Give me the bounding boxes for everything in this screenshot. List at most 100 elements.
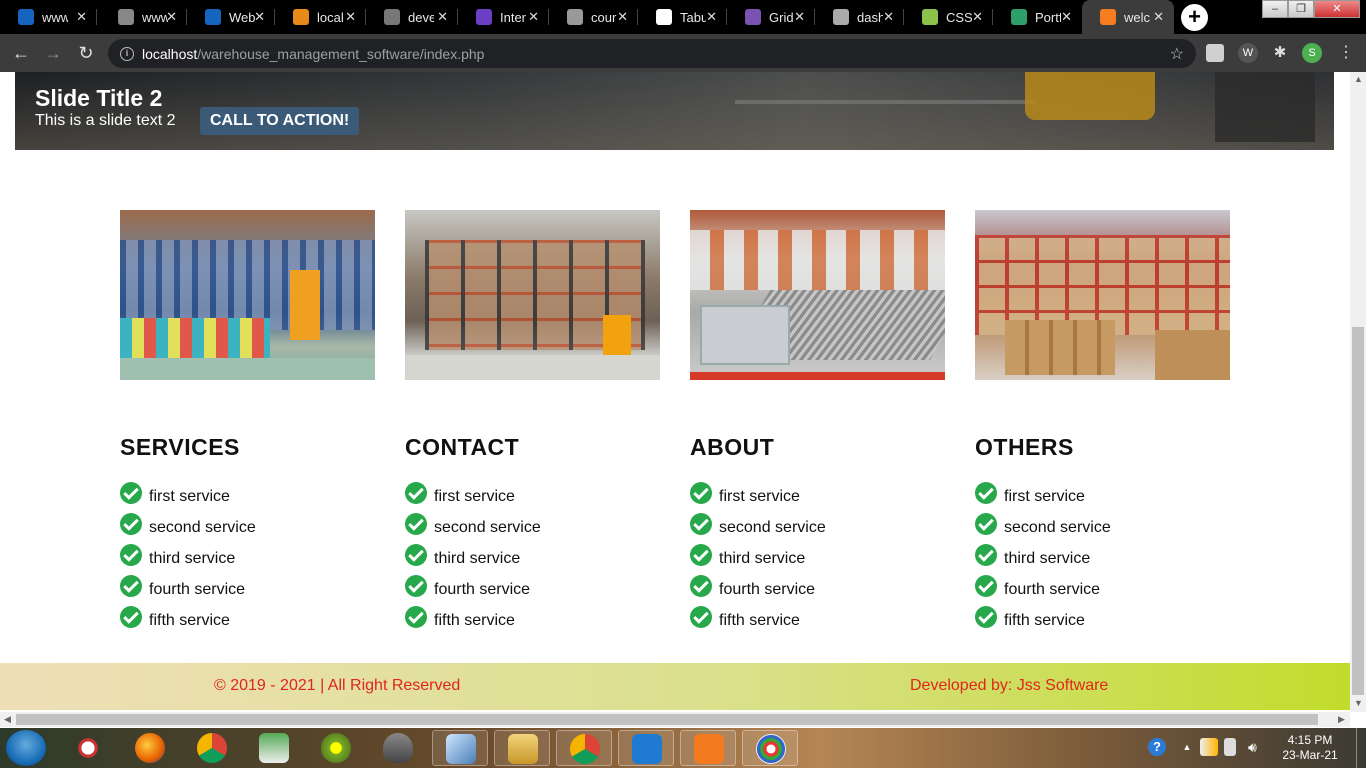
browser-tab[interactable]: cour ✕ bbox=[549, 0, 638, 34]
browser-tab[interactable]: www ✕ bbox=[100, 0, 187, 34]
list-item[interactable]: fifth service bbox=[120, 606, 256, 637]
taskbar-clock[interactable]: 4:15 PM 23-Mar-21 bbox=[1272, 733, 1348, 763]
list-item[interactable]: second service bbox=[405, 513, 541, 544]
taskbar-chrome[interactable] bbox=[184, 730, 240, 766]
profile-avatar[interactable]: S bbox=[1302, 43, 1322, 63]
windows-taskbar: ? ▲ 🔊︎ 4:15 PM 23-Mar-21 bbox=[0, 728, 1366, 768]
browser-tab[interactable]: deve ✕ bbox=[366, 0, 458, 34]
start-button[interactable] bbox=[6, 730, 46, 766]
browser-tab[interactable]: local ✕ bbox=[275, 0, 366, 34]
tab-close-icon[interactable]: ✕ bbox=[972, 9, 983, 25]
list-item[interactable]: third service bbox=[120, 544, 256, 575]
tab-close-icon[interactable]: ✕ bbox=[166, 9, 177, 25]
tab-close-icon[interactable]: ✕ bbox=[706, 9, 717, 25]
browser-tab[interactable]: Grid ✕ bbox=[727, 0, 815, 34]
browser-tab[interactable]: dash ✕ bbox=[815, 0, 904, 34]
tab-close-icon[interactable]: ✕ bbox=[617, 9, 628, 25]
minimize-button[interactable]: – bbox=[1262, 0, 1288, 18]
taskbar-app-virtualbox[interactable] bbox=[432, 730, 488, 766]
scroll-left-arrow-icon[interactable]: ◀ bbox=[4, 714, 11, 725]
tab-close-icon[interactable]: ✕ bbox=[254, 9, 265, 25]
browser-tab[interactable]: Inter ✕ bbox=[458, 0, 549, 34]
list-item[interactable]: fourth service bbox=[120, 575, 256, 606]
service-list: first service second service third service… bbox=[120, 482, 256, 637]
back-button[interactable]: ← bbox=[9, 41, 33, 65]
taskbar-vscode[interactable] bbox=[618, 730, 674, 766]
horizontal-scroll-thumb[interactable] bbox=[16, 714, 1318, 725]
tab-close-icon[interactable]: ✕ bbox=[883, 9, 894, 25]
vertical-scrollbar[interactable]: ▲ ▼ bbox=[1350, 72, 1366, 712]
maximize-button[interactable]: ❐ bbox=[1288, 0, 1314, 18]
list-item[interactable]: fourth service bbox=[690, 575, 826, 606]
list-item[interactable]: fourth service bbox=[405, 575, 541, 606]
help-icon[interactable]: ? bbox=[1148, 738, 1166, 756]
browser-tab[interactable]: welc ✕ bbox=[1082, 0, 1174, 34]
menu-dots-icon[interactable]: ⋮ bbox=[1336, 43, 1356, 63]
browser-tab[interactable]: Tabu ✕ bbox=[638, 0, 727, 34]
list-item[interactable]: fifth service bbox=[690, 606, 826, 637]
browser-tab[interactable]: Web ✕ bbox=[187, 0, 275, 34]
cube-extension-icon[interactable] bbox=[1206, 44, 1224, 62]
browser-tab[interactable]: CSS ✕ bbox=[904, 0, 993, 34]
tab-close-icon[interactable]: ✕ bbox=[437, 9, 448, 25]
browser-tab[interactable]: Portf ✕ bbox=[993, 0, 1082, 34]
list-item-label: third service bbox=[434, 550, 521, 567]
tab-separator bbox=[548, 9, 549, 25]
list-item[interactable]: first service bbox=[690, 482, 826, 513]
tab-close-icon[interactable]: ✕ bbox=[1061, 9, 1072, 25]
bookmark-star-icon[interactable]: ☆ bbox=[1170, 44, 1184, 64]
list-item[interactable]: first service bbox=[975, 482, 1111, 513]
site-info-icon[interactable]: i bbox=[120, 46, 134, 61]
reload-button[interactable]: ↻ bbox=[74, 41, 98, 65]
taskbar-xampp[interactable] bbox=[680, 730, 736, 766]
show-desktop-button[interactable] bbox=[1356, 728, 1366, 768]
list-item[interactable]: second service bbox=[975, 513, 1111, 544]
list-item[interactable]: first service bbox=[405, 482, 541, 513]
tab-close-icon[interactable]: ✕ bbox=[794, 9, 805, 25]
tab-title: deve bbox=[408, 9, 434, 25]
close-window-button[interactable]: ✕ bbox=[1314, 0, 1360, 18]
w-extension-icon[interactable]: W bbox=[1238, 43, 1258, 63]
taskbar-file-explorer[interactable] bbox=[494, 730, 550, 766]
scroll-down-arrow-icon[interactable]: ▼ bbox=[1354, 698, 1363, 708]
taskbar-app-drop[interactable] bbox=[370, 730, 426, 766]
tab-close-icon[interactable]: ✕ bbox=[76, 9, 87, 25]
scroll-up-arrow-icon[interactable]: ▲ bbox=[1354, 74, 1363, 84]
volume-icon[interactable]: 🔊︎ bbox=[1248, 738, 1266, 756]
forward-button[interactable]: → bbox=[41, 41, 65, 65]
taskbar-chrome-profile[interactable] bbox=[556, 730, 612, 766]
list-item[interactable]: third service bbox=[975, 544, 1111, 575]
tray-expand-icon[interactable]: ▲ bbox=[1178, 738, 1196, 756]
check-circle-icon bbox=[405, 513, 427, 535]
list-item-label: fifth service bbox=[149, 612, 230, 629]
browser-tab[interactable]: www ✕ bbox=[0, 0, 97, 34]
taskbar-app-plant[interactable] bbox=[246, 730, 302, 766]
horizontal-scrollbar[interactable]: ◀ ▶ bbox=[0, 712, 1350, 727]
tab-favicon-icon bbox=[293, 9, 309, 25]
address-bar[interactable]: i localhost/warehouse_management_softwar… bbox=[108, 39, 1196, 68]
list-item[interactable]: fourth service bbox=[975, 575, 1111, 606]
list-item[interactable]: fifth service bbox=[975, 606, 1111, 637]
scroll-right-arrow-icon[interactable]: ▶ bbox=[1338, 714, 1345, 725]
list-item[interactable]: second service bbox=[690, 513, 826, 544]
network-signal-icon[interactable] bbox=[1200, 738, 1218, 756]
check-circle-icon bbox=[120, 513, 142, 535]
vertical-scroll-thumb[interactable] bbox=[1352, 327, 1364, 695]
new-tab-button[interactable]: + bbox=[1181, 4, 1208, 31]
tab-close-icon[interactable]: ✕ bbox=[345, 9, 356, 25]
tab-close-icon[interactable]: ✕ bbox=[528, 9, 539, 25]
warehouse-photo-3 bbox=[690, 210, 945, 380]
list-item[interactable]: third service bbox=[405, 544, 541, 575]
list-item[interactable]: first service bbox=[120, 482, 256, 513]
taskbar-paint[interactable] bbox=[742, 730, 798, 766]
call-to-action-button[interactable]: CALL TO ACTION! bbox=[200, 107, 360, 135]
taskbar-app-chameleon[interactable] bbox=[308, 730, 364, 766]
puzzle-extensions-icon[interactable]: ✱ bbox=[1270, 43, 1290, 63]
list-item[interactable]: second service bbox=[120, 513, 256, 544]
device-icon[interactable] bbox=[1224, 738, 1236, 756]
tab-close-icon[interactable]: ✕ bbox=[1153, 9, 1164, 25]
taskbar-snipping-tool[interactable] bbox=[60, 730, 116, 766]
list-item[interactable]: third service bbox=[690, 544, 826, 575]
taskbar-firefox[interactable] bbox=[122, 730, 178, 766]
list-item[interactable]: fifth service bbox=[405, 606, 541, 637]
